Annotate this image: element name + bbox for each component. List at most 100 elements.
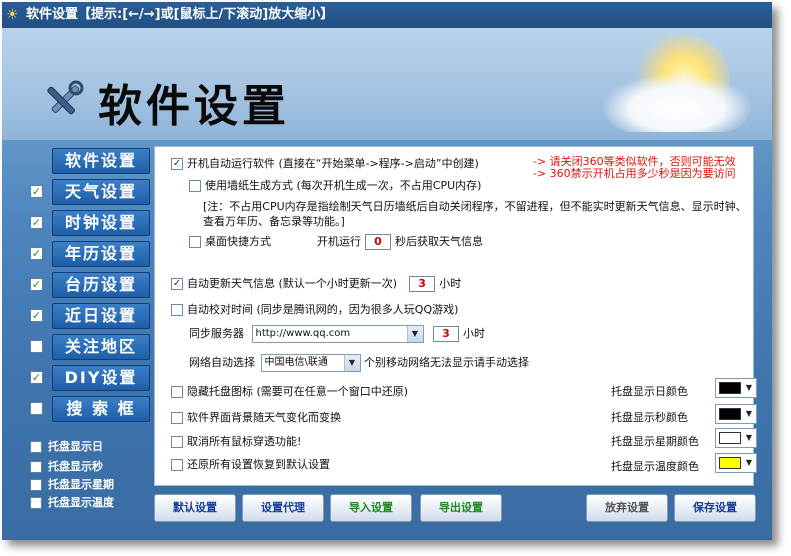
nav-check-recent[interactable]: ✓: [30, 309, 43, 322]
auto-sync-label: 自动校对时间 (同步是腾讯网的，因为很多人玩QQ游戏): [187, 303, 459, 316]
hide-tray-checkbox[interactable]: [171, 386, 183, 398]
chevron-down-icon[interactable]: ▼: [742, 429, 756, 447]
restore-default-label: 还原所有设置恢复到默认设置: [187, 458, 330, 471]
chevron-down-icon[interactable]: ▼: [343, 355, 360, 371]
wallpaper-label: 使用墙纸生成方式 (每次开机生成一次，不占用CPU内存): [205, 179, 482, 192]
color-swatch: [719, 408, 741, 420]
warning-note-2: -> 360禁示开机占用多少秒是因为要访问: [533, 167, 736, 180]
tray-temp-color-label: 托盘显示温度颜色: [611, 460, 699, 473]
boot-run-label: 开机运行: [317, 235, 361, 248]
nav-software-settings[interactable]: 软件设置: [52, 148, 150, 174]
auto-sync-row[interactable]: 自动校对时间 (同步是腾讯网的，因为很多人玩QQ游戏): [171, 301, 458, 317]
chevron-down-icon[interactable]: ▼: [406, 326, 423, 342]
tools-icon: [40, 78, 88, 126]
nav-check-region[interactable]: [30, 340, 43, 353]
network-row: 网络自动选择 中国电信\联通 ▼ 个别移动网络无法显示请手动选择: [189, 354, 529, 372]
default-settings-button[interactable]: 默认设置: [154, 494, 236, 522]
auto-update-label: 自动更新天气信息 (默认一个小时更新一次): [187, 277, 398, 290]
page-title: 软件设置: [98, 81, 290, 132]
cancel-mouse-checkbox[interactable]: [171, 436, 183, 448]
nav-weather-settings[interactable]: 天气设置: [52, 179, 150, 205]
nav-search-box[interactable]: 搜 索 框: [52, 396, 150, 422]
auto-update-row[interactable]: ✓ 自动更新天气信息 (默认一个小时更新一次) 3 小时: [171, 275, 461, 292]
auto-update-checkbox[interactable]: ✓: [171, 278, 183, 290]
auto-sync-checkbox[interactable]: [171, 304, 183, 316]
nav-check-desk-calendar[interactable]: ✓: [30, 278, 43, 291]
nav-calendar-settings[interactable]: 年历设置: [52, 241, 150, 267]
wallpaper-checkbox[interactable]: [189, 180, 201, 192]
hide-tray-row[interactable]: 隐藏托盘图标 (需要可在任意一个窗口中还原): [171, 383, 408, 399]
sync-server-select[interactable]: http://www.qq.com ▼: [251, 325, 424, 343]
sync-server-value: http://www.qq.com: [255, 328, 351, 339]
tray-show-week-label: 托盘显示星期: [48, 478, 114, 491]
tray-day-color-label: 托盘显示日颜色: [611, 385, 688, 398]
bg-follow-label: 软件界面背景随天气变化而变换: [187, 411, 341, 424]
network-note: 个别移动网络无法显示请手动选择: [364, 356, 529, 369]
tray-show-temp-label: 托盘显示温度: [48, 496, 114, 509]
tray-temp-color-picker[interactable]: ▼: [715, 453, 757, 473]
network-select[interactable]: 中国电信\联通 ▼: [260, 354, 361, 372]
nav-check-clock[interactable]: ✓: [30, 216, 43, 229]
nav-clock-settings[interactable]: 时钟设置: [52, 210, 150, 236]
network-value: 中国电信\联通: [264, 357, 328, 368]
nav-check-diy[interactable]: ✓: [30, 371, 43, 384]
boot-delay-row: 开机运行 0 秒后获取天气信息: [317, 233, 483, 250]
boot-seconds-input[interactable]: 0: [365, 234, 391, 250]
nav-check-calendar[interactable]: ✓: [30, 247, 43, 260]
sync-server-row: 同步服务器 http://www.qq.com ▼ 3 小时: [189, 325, 485, 343]
tray-show-day-option[interactable]: 托盘显示日: [30, 440, 103, 456]
tray-show-week-checkbox[interactable]: [30, 479, 42, 491]
update-hours-unit: 小时: [439, 277, 462, 290]
weather-sun-icon: ☀: [6, 7, 19, 23]
tray-show-sec-option[interactable]: 托盘显示秒: [30, 460, 103, 476]
tray-week-color-picker[interactable]: ▼: [715, 428, 757, 448]
color-swatch: [719, 457, 741, 469]
nav-diy-settings[interactable]: DIY设置: [52, 365, 150, 391]
chevron-down-icon[interactable]: ▼: [742, 454, 756, 472]
tray-sec-color-picker[interactable]: ▼: [715, 404, 757, 424]
tray-show-sec-label: 托盘显示秒: [48, 460, 103, 473]
restore-default-row[interactable]: 还原所有设置恢复到默认设置: [171, 456, 330, 472]
autorun-row[interactable]: ✓ 开机自动运行软件 (直接在“开始菜单->程序->启动”中创建): [171, 155, 479, 171]
nav-check-weather[interactable]: ✓: [30, 185, 43, 198]
cancel-mouse-row[interactable]: 取消所有鼠标穿透功能!: [171, 433, 301, 449]
desktop-shortcut-checkbox[interactable]: [189, 236, 201, 248]
cancel-mouse-label: 取消所有鼠标穿透功能!: [187, 435, 302, 448]
nav-check-search[interactable]: [30, 402, 43, 415]
tray-show-sec-checkbox[interactable]: [30, 461, 42, 473]
proxy-settings-button[interactable]: 设置代理: [242, 494, 324, 522]
sync-hours-unit: 小时: [463, 327, 485, 340]
bg-follow-checkbox[interactable]: [171, 412, 183, 424]
cpu-note: [注：不占用CPU内存是指绘制天气日历墙纸后自动关闭程序，不留进程，但不能实时更…: [203, 200, 747, 228]
chevron-down-icon[interactable]: ▼: [742, 405, 756, 423]
title-bar: ☀ 软件设置【提示:[←/→]或[鼠标上/下滚动]放大缩小】: [2, 2, 772, 28]
nav-watch-region[interactable]: 关注地区: [52, 334, 150, 360]
update-hours-input[interactable]: 3: [409, 276, 436, 292]
chevron-down-icon[interactable]: ▼: [742, 379, 756, 397]
bg-follow-row[interactable]: 软件界面背景随天气变化而变换: [171, 409, 341, 425]
wallpaper-row[interactable]: 使用墙纸生成方式 (每次开机生成一次，不占用CPU内存): [189, 177, 481, 193]
tray-week-color-label: 托盘显示星期颜色: [611, 435, 699, 448]
tray-show-temp-option[interactable]: 托盘显示温度: [30, 496, 114, 512]
nav-desk-calendar-settings[interactable]: 台历设置: [52, 272, 150, 298]
header-banner: 软件设置: [2, 28, 772, 140]
tray-show-temp-checkbox[interactable]: [30, 497, 42, 509]
tray-day-color-picker[interactable]: ▼: [715, 378, 757, 398]
restore-default-checkbox[interactable]: [171, 459, 183, 471]
nav-recent-settings[interactable]: 近日设置: [52, 303, 150, 329]
cloud-decoration: [602, 74, 752, 132]
export-settings-button[interactable]: 导出设置: [420, 494, 502, 522]
save-settings-button[interactable]: 保存设置: [674, 494, 756, 522]
discard-settings-button[interactable]: 放弃设置: [586, 494, 668, 522]
wrench-screwdriver-icon: [47, 80, 84, 115]
tray-show-day-checkbox[interactable]: [30, 441, 42, 453]
desktop-shortcut-label: 桌面快捷方式: [205, 235, 271, 248]
color-swatch: [719, 382, 741, 394]
autorun-checkbox[interactable]: ✓: [171, 158, 183, 170]
window-title: 软件设置【提示:[←/→]或[鼠标上/下滚动]放大缩小】: [26, 7, 334, 22]
tray-show-week-option[interactable]: 托盘显示星期: [30, 478, 114, 494]
import-settings-button[interactable]: 导入设置: [330, 494, 412, 522]
desktop-shortcut-row[interactable]: 桌面快捷方式: [189, 233, 271, 249]
sync-hours-input[interactable]: 3: [433, 326, 459, 342]
boot-seconds-suffix: 秒后获取天气信息: [395, 235, 483, 248]
